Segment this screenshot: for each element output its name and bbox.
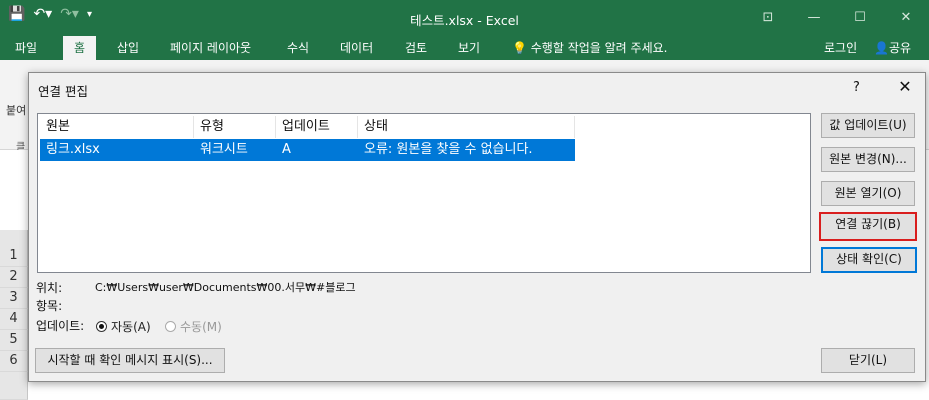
row-header[interactable]: 3 <box>0 288 28 309</box>
close-icon[interactable]: ✕ <box>883 0 929 34</box>
tab-file[interactable]: 파일 <box>15 39 37 56</box>
restore-ribbon-icon[interactable]: ⊡ <box>745 0 791 34</box>
open-source-button[interactable]: 원본 열기(O) <box>821 181 915 206</box>
tab-view[interactable]: 보기 <box>458 39 480 56</box>
person-icon: 👤 <box>874 41 889 55</box>
break-link-button[interactable]: 연결 끊기(B) <box>819 212 917 241</box>
startup-prompt-button[interactable]: 시작할 때 확인 메시지 표시(S)... <box>35 348 225 373</box>
link-status: 오류: 원본을 찾을 수 없습니다. <box>364 142 533 157</box>
item-label: 항목: <box>36 299 63 313</box>
title-bar: 💾 ↶▾ ↷▾ ▾ 테스트.xlsx - Excel ⊡ — ☐ ✕ <box>0 0 929 34</box>
links-list[interactable]: 원본 유형 업데이트 상태 링크.xlsx 워크시트 A 오류: 원본을 찾을 … <box>37 113 811 273</box>
radio-unselected-icon <box>165 321 176 332</box>
radio-selected-icon <box>96 321 107 332</box>
link-update: A <box>282 142 291 157</box>
column-header-update[interactable]: 업데이트 <box>276 116 358 138</box>
edit-links-dialog: 연결 편집 ? ✕ 원본 유형 업데이트 상태 링크.xlsx 워크시트 A 오… <box>28 72 926 382</box>
sign-in-link[interactable]: 로그인 <box>824 39 857 56</box>
row-header[interactable]: 1 <box>0 246 28 267</box>
row-header[interactable]: 5 <box>0 330 28 351</box>
tell-me-text: 수행할 작업을 알려 주세요. <box>530 41 668 55</box>
row-header[interactable]: 6 <box>0 351 28 372</box>
dialog-title: 연결 편집 <box>38 84 88 99</box>
column-header-status[interactable]: 상태 <box>358 116 575 138</box>
radio-label: 자동(A) <box>111 320 151 334</box>
update-mode-label: 업데이트: <box>36 319 85 333</box>
tab-formulas[interactable]: 수식 <box>287 39 309 56</box>
tab-review[interactable]: 검토 <box>405 39 427 56</box>
paste-button-label[interactable]: 붙여 <box>6 102 26 118</box>
row-header[interactable]: 4 <box>0 309 28 330</box>
minimize-icon[interactable]: — <box>791 0 837 34</box>
update-values-button[interactable]: 값 업데이트(U) <box>821 113 915 138</box>
help-icon[interactable]: ? <box>853 80 860 95</box>
tab-data[interactable]: 데이터 <box>340 39 373 56</box>
column-header-source[interactable]: 원본 <box>40 116 194 138</box>
ribbon-tabs: 파일 홈 삽입 페이지 레이아웃 수식 데이터 검토 보기 💡 수행할 작업을 … <box>0 34 929 60</box>
update-manual-radio: 수동(M) <box>165 318 222 335</box>
maximize-icon[interactable]: ☐ <box>837 0 883 34</box>
share-button[interactable]: 👤공유 <box>874 39 911 56</box>
link-source: 링크.xlsx <box>46 142 100 157</box>
links-list-header: 원본 유형 업데이트 상태 <box>40 116 810 138</box>
link-row[interactable]: 링크.xlsx 워크시트 A 오류: 원본을 찾을 수 없습니다. <box>40 139 575 161</box>
dialog-close-icon[interactable]: ✕ <box>895 77 915 96</box>
tab-home[interactable]: 홈 <box>63 36 97 60</box>
tab-insert[interactable]: 삽입 <box>117 39 139 56</box>
row-header[interactable]: 2 <box>0 267 28 288</box>
location-value: C:₩Users₩user₩Documents₩00.서무₩#블로그 <box>95 281 356 294</box>
share-label: 공유 <box>888 41 912 55</box>
tab-page-layout[interactable]: 페이지 레이아웃 <box>170 39 251 56</box>
change-source-button[interactable]: 원본 변경(N)... <box>821 147 915 172</box>
check-status-button[interactable]: 상태 확인(C) <box>821 247 917 273</box>
lightbulb-icon: 💡 <box>512 41 531 55</box>
row-header[interactable] <box>0 372 28 400</box>
radio-label: 수동(M) <box>180 320 222 334</box>
close-button[interactable]: 닫기(L) <box>821 348 915 373</box>
update-automatic-radio[interactable]: 자동(A) <box>96 318 151 335</box>
location-label: 위치: <box>36 281 63 295</box>
link-type: 워크시트 <box>200 142 248 157</box>
tell-me-box[interactable]: 💡 수행할 작업을 알려 주세요. <box>512 39 667 56</box>
window-controls: ⊡ — ☐ ✕ <box>745 0 929 34</box>
column-header-type[interactable]: 유형 <box>194 116 276 138</box>
